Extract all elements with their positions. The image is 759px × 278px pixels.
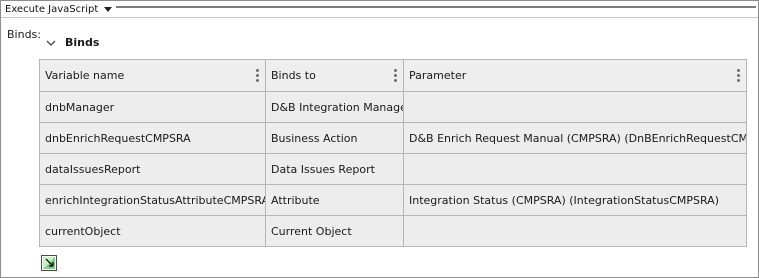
binds-section-toggle[interactable]: Binds <box>45 36 99 49</box>
table-row[interactable]: dnbEnrichRequestCMPSRA Business Action D… <box>39 122 747 154</box>
column-header-label: Variable name <box>45 69 125 82</box>
vertical-dots-icon[interactable] <box>256 69 259 82</box>
execute-javascript-panel: Execute JavaScript Binds: Binds Variable… <box>0 0 759 278</box>
column-header-label: Binds to <box>271 69 316 82</box>
vertical-dots-icon[interactable] <box>737 69 740 82</box>
panel-header: Execute JavaScript <box>1 1 758 17</box>
cell-variable-name[interactable]: dataIssuesReport <box>39 153 266 185</box>
cell-parameter[interactable] <box>403 91 747 123</box>
panel-title: Execute JavaScript <box>5 3 99 15</box>
binds-section: Binds Variable name Binds to Parameter d… <box>39 31 747 276</box>
cell-variable-name[interactable]: enrichIntegrationStatusAttributeCMPSRA <box>39 184 266 216</box>
cell-binds-to[interactable]: Business Action <box>265 122 404 154</box>
binds-section-title: Binds <box>65 36 100 49</box>
binds-table: Variable name Binds to Parameter dnbMana <box>39 59 747 247</box>
cell-parameter[interactable]: D&B Enrich Request Manual (CMPSRA) (DnBE… <box>403 122 747 154</box>
table-header-row: Variable name Binds to Parameter <box>39 59 747 92</box>
cell-variable-name[interactable]: dnbEnrichRequestCMPSRA <box>39 122 266 154</box>
cell-parameter[interactable]: Integration Status (CMPSRA) (Integration… <box>403 184 747 216</box>
cell-binds-to[interactable]: Current Object <box>265 215 404 247</box>
table-row[interactable]: currentObject Current Object <box>39 215 747 247</box>
table-row[interactable]: enrichIntegrationStatusAttributeCMPSRA A… <box>39 184 747 216</box>
table-row[interactable]: dnbManager D&B Integration Manager <box>39 91 747 123</box>
cell-binds-to[interactable]: D&B Integration Manager <box>265 91 404 123</box>
vertical-dots-icon[interactable] <box>394 69 397 82</box>
cell-variable-name[interactable]: dnbManager <box>39 91 266 123</box>
chevron-down-icon[interactable] <box>45 37 57 49</box>
column-header-parameter[interactable]: Parameter <box>403 59 747 92</box>
binds-label: Binds: <box>7 28 41 41</box>
header-divider <box>116 6 756 8</box>
cell-variable-name[interactable]: currentObject <box>39 215 266 247</box>
table-row[interactable]: dataIssuesReport Data Issues Report <box>39 153 747 185</box>
column-header-label: Parameter <box>409 69 467 82</box>
cell-parameter[interactable] <box>403 153 747 185</box>
column-header-variable-name[interactable]: Variable name <box>39 59 266 92</box>
add-bind-icon[interactable] <box>41 255 57 271</box>
cell-binds-to[interactable]: Attribute <box>265 184 404 216</box>
header-bottom-divider <box>1 17 758 18</box>
cell-binds-to[interactable]: Data Issues Report <box>265 153 404 185</box>
cell-parameter[interactable] <box>403 215 747 247</box>
dropdown-arrow-icon[interactable] <box>104 6 113 12</box>
column-header-binds-to[interactable]: Binds to <box>265 59 404 92</box>
